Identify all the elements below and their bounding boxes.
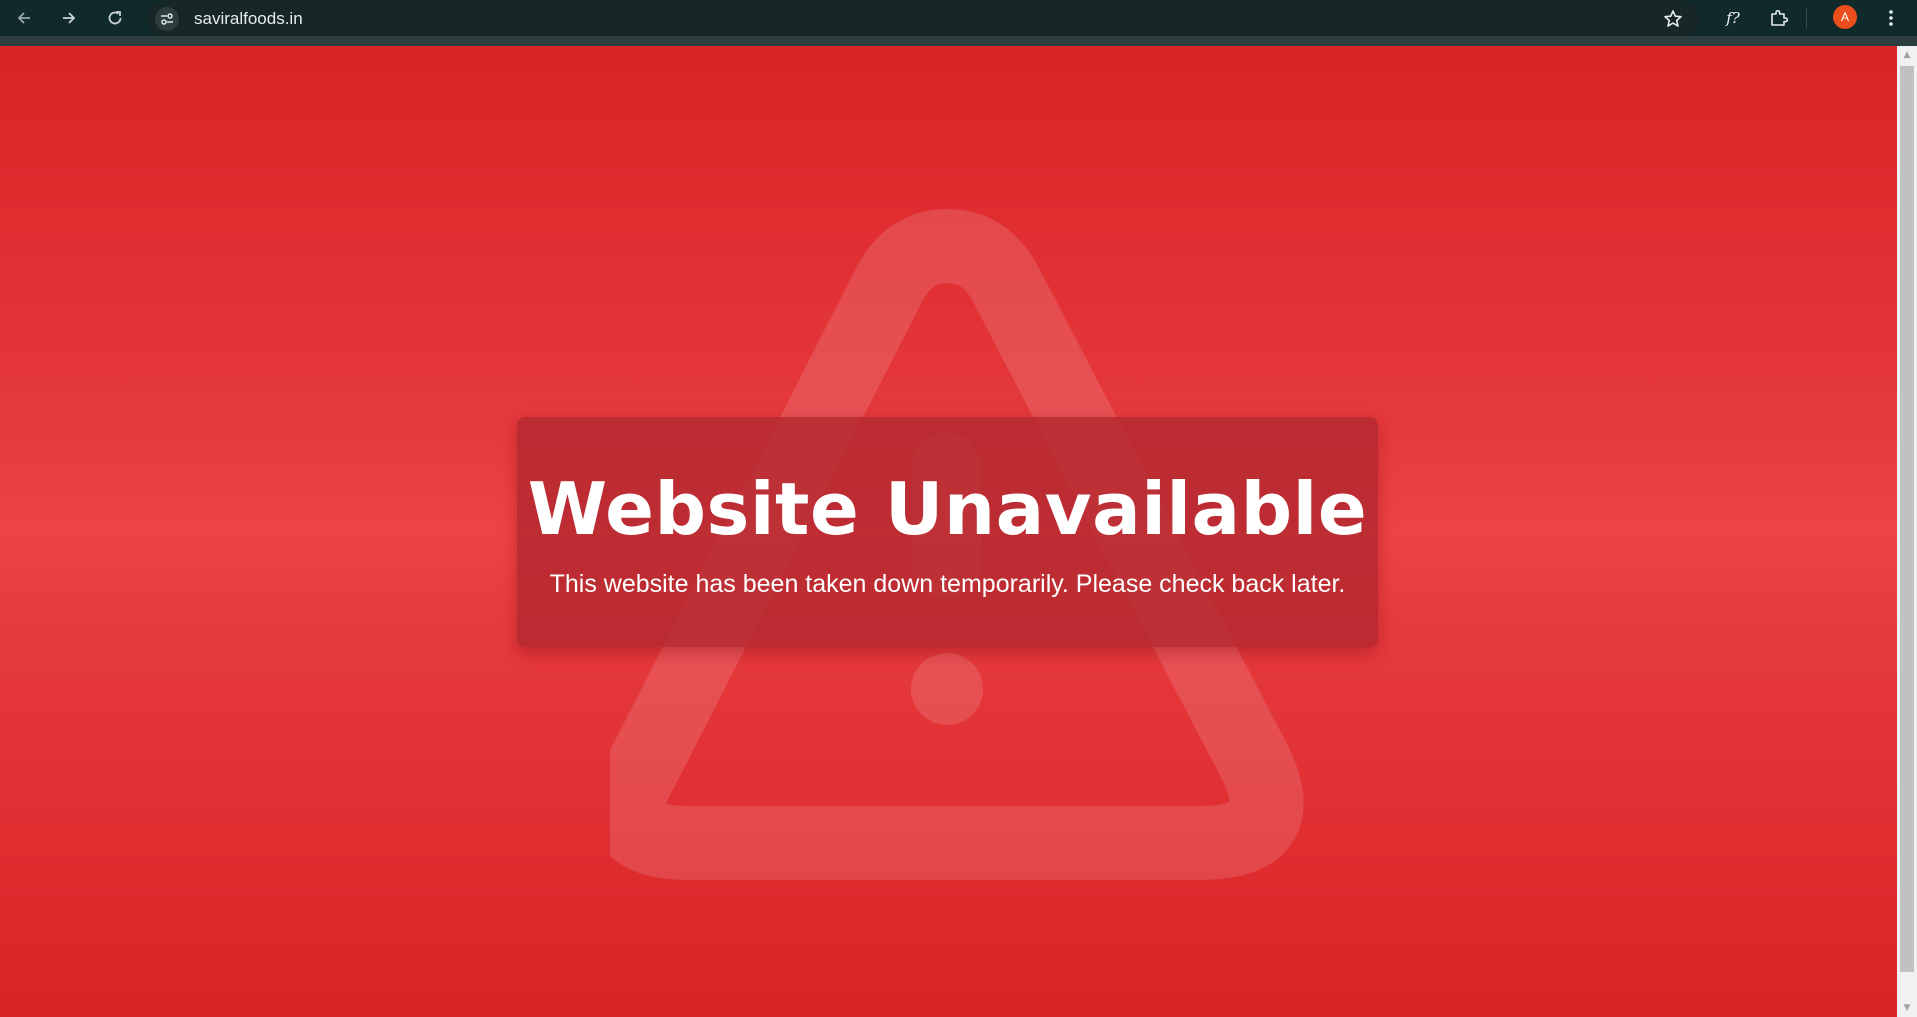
- scroll-up-icon[interactable]: ▲: [1897, 46, 1917, 64]
- browser-toolbar: saviralfoods.in f? A: [0, 0, 1917, 37]
- arrow-left-icon: [17, 12, 30, 24]
- scroll-down-icon[interactable]: ▼: [1897, 999, 1917, 1017]
- page-title: Website Unavailable: [527, 467, 1368, 551]
- page-message: This website has been taken down tempora…: [549, 570, 1346, 598]
- font-extension-button[interactable]: f?: [1717, 2, 1749, 34]
- arrow-right-icon: [63, 12, 76, 24]
- vertical-scrollbar[interactable]: ▲ ▼: [1897, 46, 1917, 1017]
- toolbar-divider: [1806, 8, 1807, 28]
- profile-avatar[interactable]: A: [1833, 5, 1857, 29]
- scrollbar-thumb[interactable]: [1900, 66, 1914, 972]
- browser-menu-button[interactable]: [1877, 2, 1905, 34]
- reload-button[interactable]: [99, 2, 131, 34]
- forward-button[interactable]: [53, 2, 85, 34]
- url-text[interactable]: saviralfoods.in: [194, 9, 303, 29]
- back-button[interactable]: [8, 2, 40, 34]
- puzzle-icon: [1771, 9, 1789, 26]
- extensions-button[interactable]: [1763, 2, 1795, 34]
- address-bar[interactable]: saviralfoods.in: [147, 1, 1699, 37]
- toolbar-bottom-border: [0, 36, 1917, 46]
- tune-icon: [161, 13, 173, 25]
- star-icon: [1664, 10, 1682, 27]
- extension-label: f?: [1726, 9, 1740, 27]
- reload-icon: [108, 11, 122, 25]
- bookmark-button[interactable]: [1659, 5, 1687, 33]
- notice-card: Website Unavailable This website has bee…: [517, 417, 1378, 647]
- site-info-button[interactable]: [155, 7, 179, 31]
- page-viewport: Website Unavailable This website has bee…: [0, 46, 1897, 1017]
- kebab-icon: [1889, 10, 1893, 26]
